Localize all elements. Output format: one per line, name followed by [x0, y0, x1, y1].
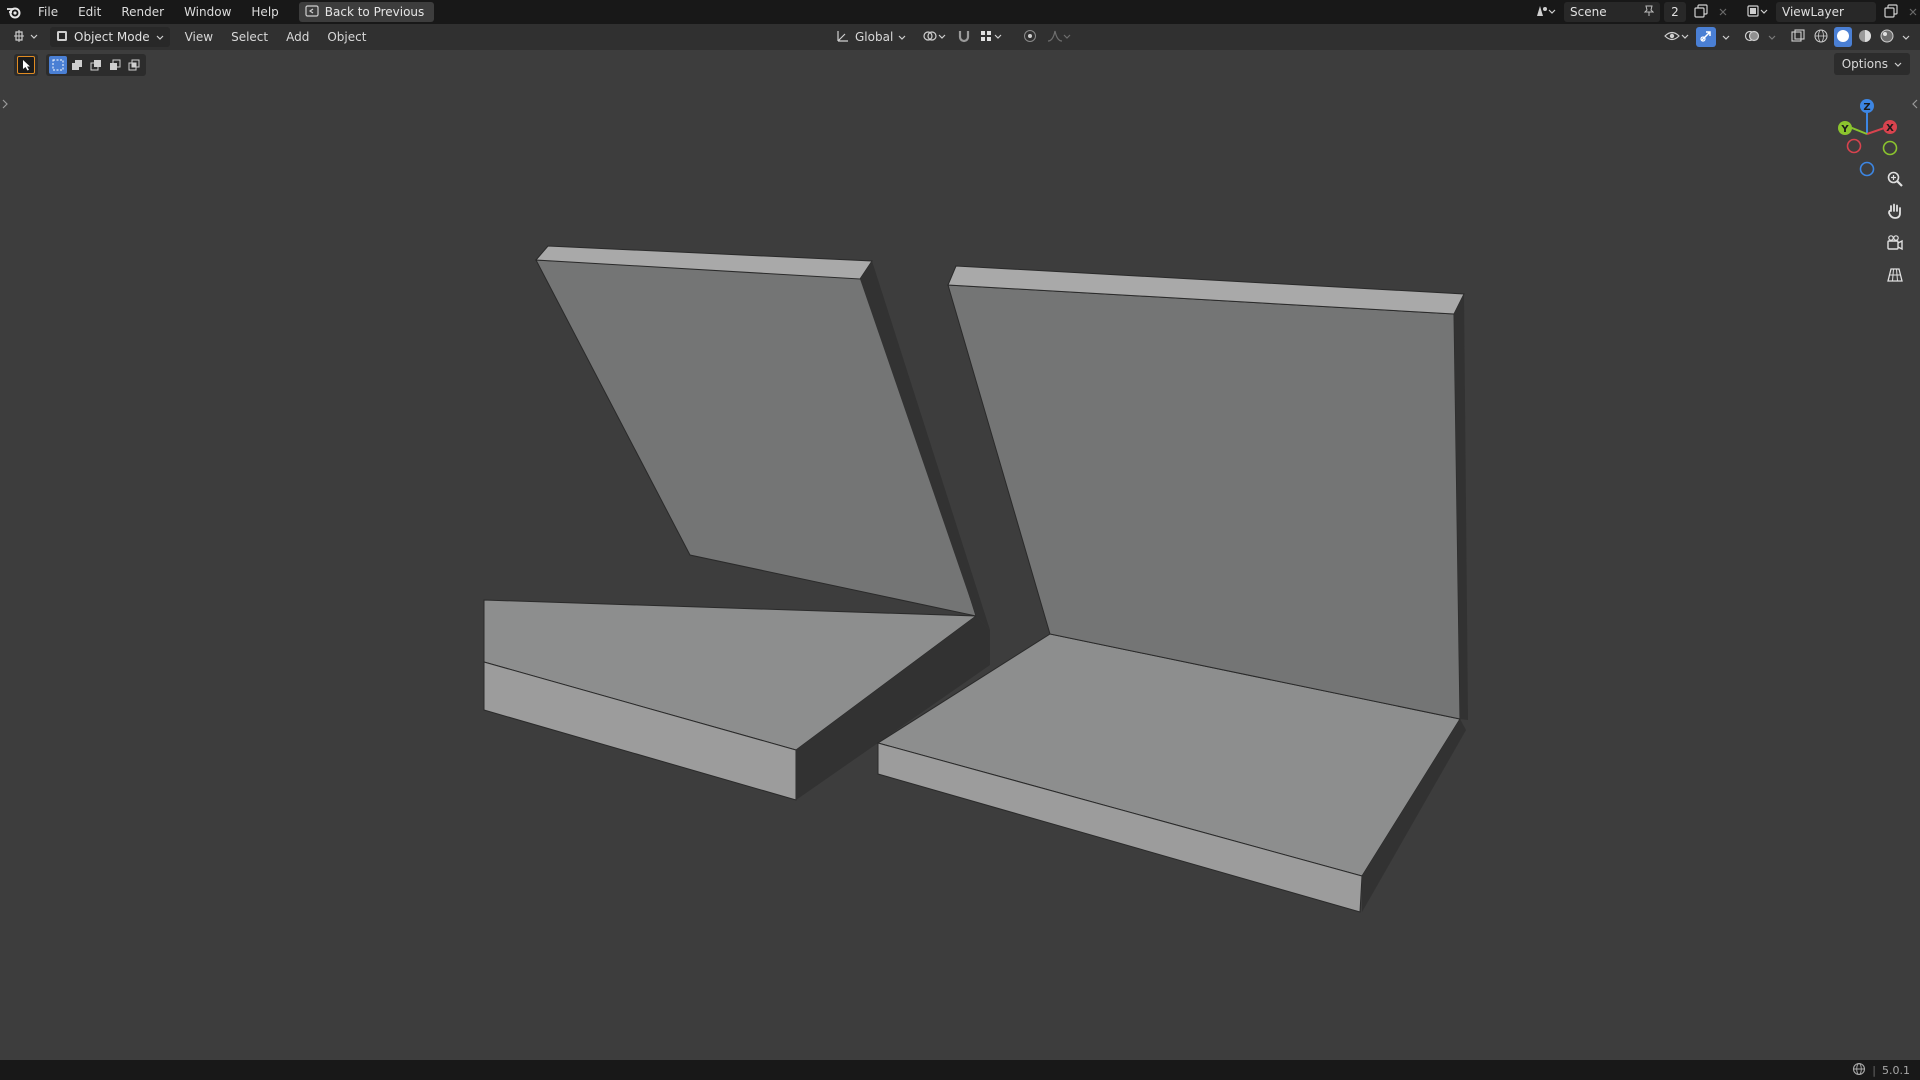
- shading-solid-button[interactable]: [1834, 27, 1852, 47]
- overlays-icon: [1744, 29, 1760, 46]
- overlays-options-dropdown[interactable]: [1766, 27, 1778, 47]
- object-visibility-dropdown[interactable]: [1662, 27, 1692, 47]
- chevron-down-icon: [1902, 30, 1910, 44]
- material-sphere-icon: [1858, 29, 1872, 46]
- mesh-object-left[interactable]: [483, 245, 990, 801]
- scene-name-field[interactable]: Scene: [1564, 2, 1660, 22]
- main-menu: File Edit Render Window Help: [28, 0, 289, 24]
- shading-rendered-button[interactable]: [1878, 27, 1896, 47]
- scene-browse-button[interactable]: [1530, 2, 1560, 22]
- delete-scene-button[interactable]: [1716, 2, 1730, 22]
- menu-edit[interactable]: Edit: [68, 0, 111, 24]
- menu-render[interactable]: Render: [111, 0, 174, 24]
- pivot-point-dropdown[interactable]: [920, 27, 950, 47]
- proportional-editing-toggle[interactable]: [1020, 27, 1040, 47]
- back-to-previous-button[interactable]: Back to Previous: [298, 2, 435, 22]
- proportional-falloff-dropdown[interactable]: [1046, 27, 1072, 47]
- orientation-axes-icon: [836, 29, 850, 46]
- shading-options-dropdown[interactable]: [1900, 27, 1912, 47]
- transform-tools: Global: [836, 24, 1072, 50]
- snap-target-dropdown[interactable]: [978, 27, 1006, 47]
- show-overlays-toggle[interactable]: [1742, 27, 1762, 47]
- menu-add[interactable]: Add: [277, 24, 318, 50]
- blender-version: 5.0.1: [1882, 1063, 1910, 1077]
- view-layer-name-field[interactable]: ViewLayer: [1776, 2, 1876, 22]
- pivot-icon: [922, 29, 948, 46]
- menu-view[interactable]: View: [176, 24, 222, 50]
- scene-user-count[interactable]: 2: [1664, 2, 1686, 22]
- top-bar: File Edit Render Window Help Back to Pre…: [0, 0, 1920, 24]
- 3d-viewport[interactable]: Options Z X Y: [0, 50, 1920, 1060]
- magnet-icon: [957, 29, 971, 46]
- view-layer-browse-button[interactable]: [1742, 2, 1772, 22]
- status-bar: | 5.0.1: [0, 1060, 1920, 1080]
- shading-wireframe-button[interactable]: [1812, 27, 1830, 47]
- left-object-back-face: [535, 259, 977, 617]
- object-mode-dropdown[interactable]: Object Mode: [50, 27, 170, 47]
- transform-orientation-dropdown[interactable]: Global: [836, 29, 906, 46]
- menu-file[interactable]: File: [28, 0, 68, 24]
- editor-type-button[interactable]: [8, 27, 44, 47]
- globe-icon: [1852, 1062, 1866, 1079]
- xray-toggle[interactable]: [1788, 27, 1808, 47]
- eye-icon: [1664, 29, 1690, 46]
- shading-material-button[interactable]: [1856, 27, 1874, 47]
- falloff-curve-icon: [1047, 29, 1071, 46]
- menu-object[interactable]: Object: [318, 24, 375, 50]
- close-icon: [1909, 5, 1917, 19]
- delete-view-layer-button[interactable]: [1906, 2, 1920, 22]
- snap-toggle[interactable]: [956, 27, 972, 47]
- status-divider: |: [1872, 1063, 1876, 1077]
- scene-selector-area: Scene 2 ViewLayer: [1530, 0, 1920, 24]
- new-scene-button[interactable]: [1690, 2, 1712, 22]
- wireframe-sphere-icon: [1814, 29, 1828, 46]
- pin-icon[interactable]: [1643, 5, 1655, 20]
- scene-objects: [483, 245, 1468, 913]
- rendered-sphere-icon: [1880, 29, 1894, 46]
- solid-sphere-icon: [1836, 29, 1850, 46]
- scene-icon: [1534, 4, 1556, 21]
- snap-grid-icon: [980, 29, 1004, 46]
- chevron-down-icon: [156, 30, 164, 44]
- chevron-down-icon: [1722, 30, 1730, 44]
- menu-help[interactable]: Help: [241, 0, 288, 24]
- viewport-editor-icon: [12, 29, 40, 46]
- screen-back-icon: [305, 4, 319, 20]
- blender-logo-icon[interactable]: [0, 0, 28, 24]
- object-mode-label: Object Mode: [74, 30, 150, 44]
- show-gizmo-toggle[interactable]: [1696, 27, 1716, 47]
- viewport-menus: View Select Add Object: [176, 24, 376, 50]
- scene-name: Scene: [1570, 5, 1607, 19]
- menu-select[interactable]: Select: [222, 24, 277, 50]
- gizmo-options-dropdown[interactable]: [1720, 27, 1732, 47]
- back-to-previous-label: Back to Previous: [324, 5, 425, 19]
- chevron-down-icon: [898, 30, 906, 44]
- new-view-layer-button[interactable]: [1880, 2, 1902, 22]
- viewport-header: Object Mode View Select Add Object Globa…: [0, 24, 1920, 50]
- xray-icon: [1791, 28, 1805, 46]
- duplicate-icon: [1694, 3, 1708, 21]
- object-mode-icon: [56, 30, 68, 45]
- menu-window[interactable]: Window: [174, 0, 241, 24]
- proportional-edit-icon: [1023, 29, 1037, 46]
- duplicate-icon: [1884, 3, 1898, 21]
- viewport-right-tools: [1662, 24, 1912, 50]
- close-icon: [1719, 5, 1727, 19]
- view-layer-name: ViewLayer: [1782, 5, 1844, 19]
- transform-orientation-label: Global: [855, 30, 894, 44]
- view-layer-icon: [1746, 4, 1768, 21]
- gizmo-icon: [1699, 29, 1713, 46]
- chevron-down-icon: [1768, 30, 1776, 44]
